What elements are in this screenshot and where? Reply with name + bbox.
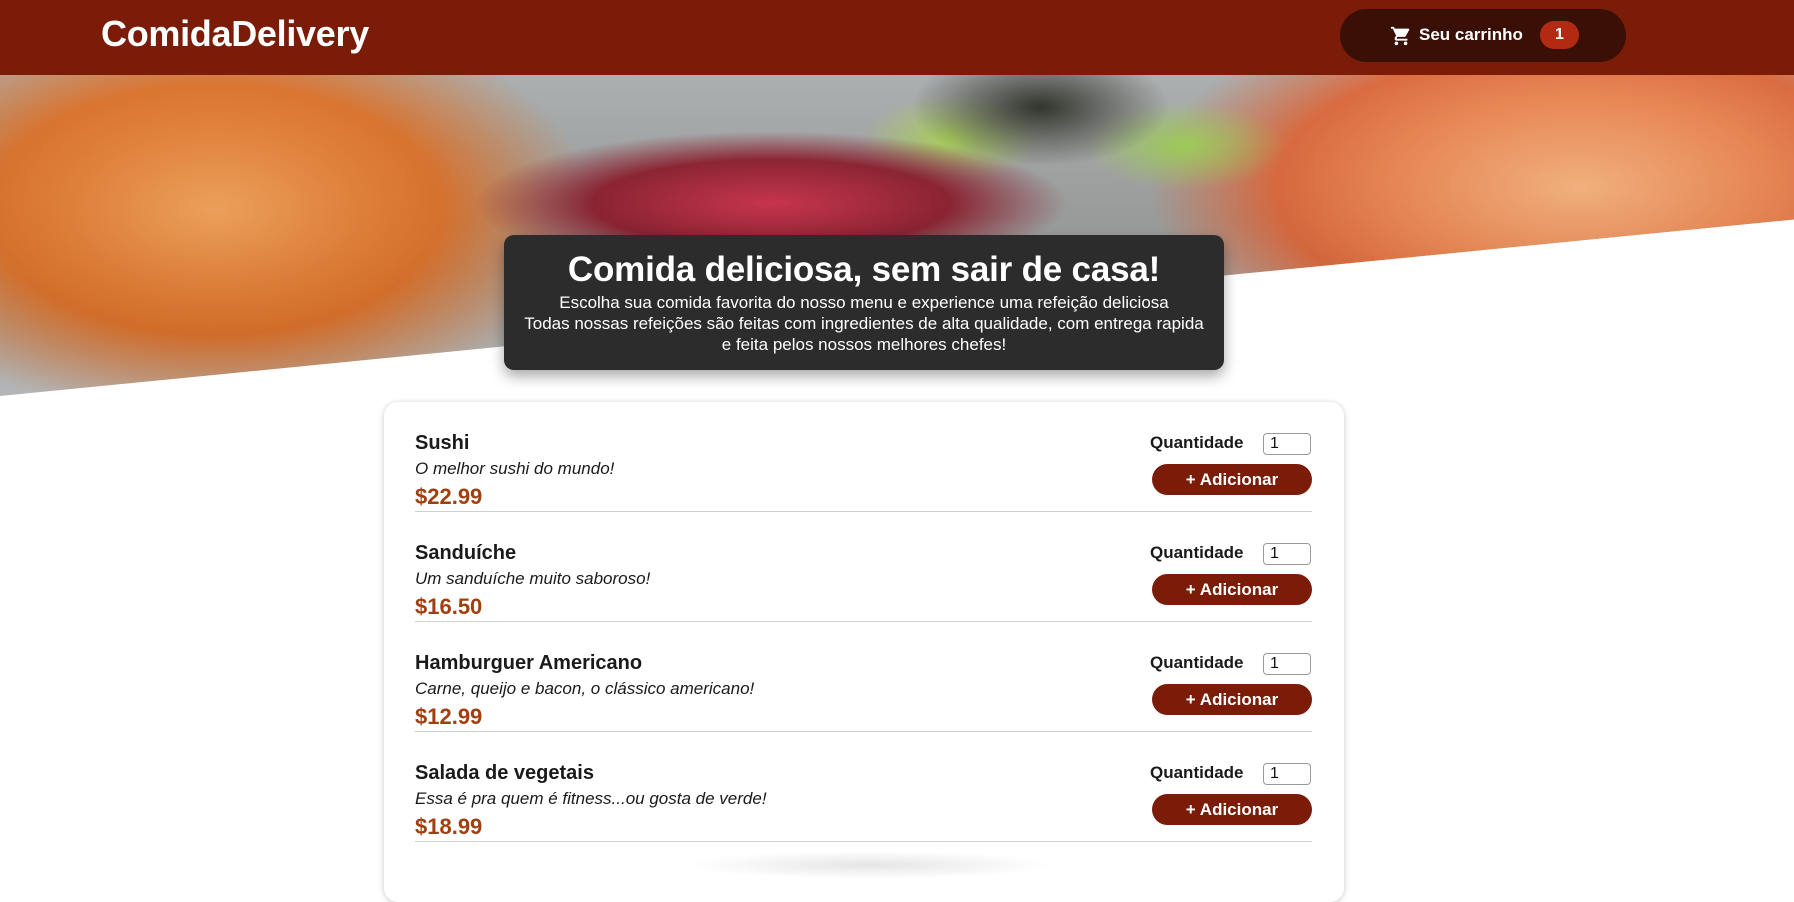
quantity-input[interactable] xyxy=(1263,653,1311,675)
item-price: $22.99 xyxy=(415,484,483,509)
item-name: Sanduíche xyxy=(415,542,517,564)
quantity-label: Quantidade xyxy=(1150,543,1244,562)
quantity-input[interactable] xyxy=(1263,433,1311,455)
add-to-cart-button[interactable]: + Adicionar xyxy=(1152,794,1312,825)
item-price: $16.50 xyxy=(415,594,483,619)
item-description: O melhor sushi do mundo! xyxy=(415,459,615,478)
hero-description-line-1: Escolha sua comida favorita do nosso men… xyxy=(559,293,1169,312)
item-name: Hamburguer Americano xyxy=(415,652,643,674)
menu-list-card: Sushi O melhor sushi do mundo! $22.99 Qu… xyxy=(384,402,1344,902)
menu-item-hamburguer: Hamburguer Americano Carne, queijo e bac… xyxy=(415,622,1312,732)
quantity-label: Quantidade xyxy=(1150,763,1244,782)
hero-description-line-2: Todas nossas refeições são feitas com in… xyxy=(524,314,1204,354)
menu-item-sanduiche: Sanduíche Um sanduíche muito saboroso! $… xyxy=(415,512,1312,622)
item-name: Sushi xyxy=(415,432,470,454)
quantity-input[interactable] xyxy=(1263,543,1311,565)
top-header: ComidaDelivery Seu carrinho 1 xyxy=(0,0,1794,75)
quantity-label: Quantidade xyxy=(1150,653,1244,672)
brand-logo[interactable]: ComidaDelivery xyxy=(101,13,369,55)
hero-title: Comida deliciosa, sem sair de casa! xyxy=(567,250,1161,289)
menu-item-salada: Salada de vegetais Essa é pra quem é fit… xyxy=(415,732,1312,842)
cart-label: Seu carrinho xyxy=(1419,25,1523,44)
hero-description: Escolha sua comida favorita do nosso men… xyxy=(522,292,1206,355)
add-to-cart-button[interactable]: + Adicionar xyxy=(1152,464,1312,495)
menu-item-sushi: Sushi O melhor sushi do mundo! $22.99 Qu… xyxy=(415,402,1312,512)
floating-shadow xyxy=(610,845,1130,885)
add-to-cart-button[interactable]: + Adicionar xyxy=(1152,684,1312,715)
item-description: Essa é pra quem é fitness...ou gosta de … xyxy=(415,789,767,808)
hero-summary-card: Comida deliciosa, sem sair de casa! Esco… xyxy=(504,235,1224,370)
item-price: $18.99 xyxy=(415,814,483,839)
item-name: Salada de vegetais xyxy=(415,762,594,784)
quantity-input[interactable] xyxy=(1263,763,1311,785)
item-description: Carne, queijo e bacon, o clássico americ… xyxy=(415,679,755,698)
item-description: Um sanduíche muito saboroso! xyxy=(415,569,651,588)
cart-button[interactable]: Seu carrinho 1 xyxy=(1340,9,1626,62)
cart-count-badge: 1 xyxy=(1540,21,1579,49)
item-price: $12.99 xyxy=(415,704,483,729)
quantity-label: Quantidade xyxy=(1150,433,1244,452)
cart-icon xyxy=(1390,26,1410,46)
add-to-cart-button[interactable]: + Adicionar xyxy=(1152,574,1312,605)
